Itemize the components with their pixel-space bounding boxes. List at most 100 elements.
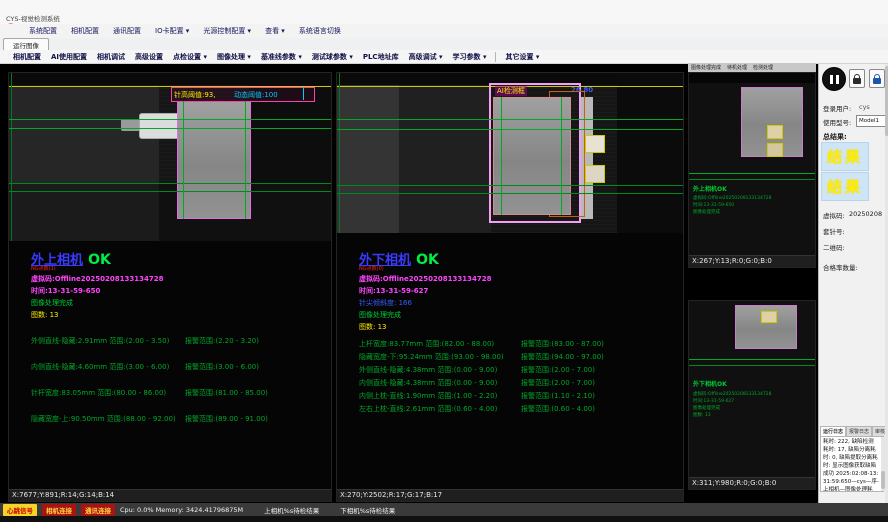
image-texture (617, 73, 683, 233)
tool-advanced-debug[interactable]: 高级调试 ▾ (404, 52, 448, 62)
measure-line-green (561, 97, 562, 215)
alarm-range: 报警范围:(2.20 - 3.20) (185, 336, 259, 346)
lower-camera-view[interactable]: AI检测框 26.80 (337, 73, 683, 233)
needle-holder-label: 套针号: (823, 226, 845, 236)
tool-ai-config[interactable]: AI使用配置 (46, 52, 92, 62)
menu-io-config[interactable]: IO卡配置 ▾ (148, 26, 196, 36)
part-under-test (493, 97, 571, 215)
tab-run-log[interactable]: 运行日志 (820, 426, 846, 436)
alarm-range: 报警范围:(2.00 - 7.00) (521, 365, 595, 375)
part-connector-tail (121, 119, 141, 131)
unlock-button[interactable] (869, 69, 885, 88)
thumb-info-line: 时间:13-31-59-650 (693, 202, 734, 208)
heartbeat-indicator: 心跳信号 (3, 504, 37, 516)
measure-line-green (689, 179, 815, 180)
tool-other-settings[interactable]: 其它设置 ▾ (500, 52, 544, 62)
thumb-info-line: 图像处理完成 (693, 209, 720, 215)
upper-camera-panel: 针高阈值:93, 动态阈值:100 外上相机 OK NG点数(1) 虚拟码:Of… (8, 72, 332, 502)
thumb-panel-upper: 外上相机OK 虚拟码:Offline20250208133134728 时间:1… (688, 72, 816, 268)
bright-feature (767, 143, 783, 157)
measure-line-green (337, 185, 683, 186)
alarm-range: 报警范围:(94.00 - 97.00) (521, 352, 604, 362)
toolbar-separator (495, 52, 496, 62)
ai-detect-label: AI检测框 (495, 86, 527, 96)
tool-testball-params[interactable]: 测试球参数 ▾ (307, 52, 358, 62)
window-title: CYS-视觉检测系统 (6, 13, 60, 23)
tool-image-processing[interactable]: 图像处理 ▾ (212, 52, 256, 62)
tool-advanced-settings[interactable]: 高级设置 (130, 52, 168, 62)
thumb-column-header: 图像处理完成 待机处理 检测处理 (688, 63, 816, 72)
menu-light-config[interactable]: 光源控制配置 ▾ (196, 26, 258, 36)
title-bar: CYS-视觉检测系统 (0, 0, 888, 25)
measurement-row: 内侧直线-隐藏:4.60mm 范围:(3.00 - 6.00) (31, 362, 169, 372)
thumb-header-standby: 待机处理 (727, 64, 747, 71)
measure-line-green (689, 365, 815, 366)
measurement-row: 针杆宽度:83.05mm 范围:(80.00 - 86.00) (31, 388, 166, 398)
thumb-result-line: 外下相机OK (693, 379, 727, 388)
model-select[interactable]: Model1 (856, 115, 888, 127)
pixel-coordinate-bar: X:311;Y:980;R:0;G:0;B:0 (689, 477, 815, 489)
measure-line-green (337, 193, 683, 194)
tool-camera-config[interactable]: 相机配置 (8, 52, 46, 62)
tool-plc-address[interactable]: PLC地址库 (358, 52, 404, 62)
menu-camera-config[interactable]: 相机配置 (64, 26, 106, 36)
virtual-code-value: 20250208 (849, 210, 882, 218)
reference-line-green (339, 73, 340, 233)
pause-icon (830, 75, 833, 84)
menu-comm-config[interactable]: 通讯配置 (106, 26, 148, 36)
measurement-row: 左右上枕-直线:2.61mm 范围:(0.60 - 4.00) (359, 404, 497, 414)
thumb-info-line: 图数: 13 (693, 412, 711, 418)
thumb-header-detect: 检测处理 (753, 64, 773, 71)
result-ok-label: OK (88, 252, 111, 268)
upper-camera-view[interactable]: 针高阈值:93, 动态阈值:100 (9, 73, 331, 241)
image-texture (399, 85, 491, 233)
thumb-upper-view[interactable]: 外上相机OK 虚拟码:Offline20250208133134728 时间:1… (689, 73, 815, 256)
ng-count-label: NG点数(1) (31, 265, 56, 272)
tab-alarm-log[interactable]: 报警日志 (846, 426, 872, 436)
measure-line-green (245, 101, 246, 219)
login-user-value: cys (859, 103, 870, 111)
tool-baseline-params[interactable]: 基准线参数 ▾ (256, 52, 307, 62)
alarm-range: 报警范围:(89.00 - 91.00) (185, 414, 268, 424)
thumb-lower-view[interactable]: 外下相机OK 虚拟码:Offline20250208133134728 时间:1… (689, 301, 815, 478)
measure-line-green (9, 183, 331, 184)
image-texture (689, 73, 815, 83)
total-result-label: 总结果: (823, 132, 847, 142)
pixel-coordinate-bar: X:270;Y:2502;R:17;G:17;B:17 (337, 489, 683, 501)
measurement-row: 隐藏宽度-上:90.50mm 范围:(88.00 - 92.00) (31, 414, 176, 424)
menu-language-switch[interactable]: 系统语言切换 (292, 26, 348, 36)
menu-system-config[interactable]: 系统配置 (22, 26, 64, 36)
pause-button[interactable] (822, 67, 846, 91)
measure-line-green (9, 119, 331, 120)
measurement-row: 外侧直线-隐藏:2.91mm 范围:(2.00 - 3.50) (31, 336, 169, 346)
result-box-upper: 结果 (821, 142, 869, 171)
measure-line-green (337, 129, 683, 130)
threshold-overlay-box: 针高阈值:93, 动态阈值:100 (171, 87, 315, 102)
tool-spotcheck-settings[interactable]: 点检设置 ▾ (168, 52, 212, 62)
alarm-range: 报警范围:(81.00 - 85.00) (185, 388, 268, 398)
lock-button[interactable] (849, 69, 865, 88)
part-connector (139, 113, 181, 139)
menu-view[interactable]: 查看 ▾ (258, 26, 292, 36)
result-box-lower: 结果 (821, 172, 869, 201)
frame-count-label: 图数: 13 (31, 310, 59, 320)
measurement-row: 内侧上枕-直线:1.90mm 范围:(1.00 - 2.20) (359, 391, 497, 401)
reference-line-green (11, 73, 12, 241)
tool-learning-params[interactable]: 学习参数 ▾ (448, 52, 492, 62)
tool-camera-debug[interactable]: 相机调试 (92, 52, 130, 62)
thumb-info-line: 时间:13-31-59-627 (693, 398, 734, 404)
bright-feature (761, 311, 777, 323)
process-status-label: 图像处理完成 (31, 298, 73, 308)
lock-icon (853, 78, 861, 84)
frame-count-label: 图数: 13 (359, 322, 387, 332)
measure-line-green (689, 359, 815, 360)
qrcode-label: 二维码: (823, 242, 845, 252)
measure-line-green (337, 119, 683, 120)
pixel-coordinate-bar: X:7677;Y:891;R:14;G:14;B:14 (9, 489, 331, 501)
measurement-row: 上杆宽度:83.77mm 范围:(82.00 - 88.00) (359, 339, 494, 349)
barcode-label: 虚拟码:Offline20250208133134728 (31, 274, 164, 284)
log-text[interactable]: 耗时: 222, 缺陷检测耗时: 17, 缺陷分离耗时: 0, 缺陷提取分离耗时… (820, 436, 884, 492)
bottom-strip (0, 516, 888, 522)
log-tab-strip: 运行日志 报警日志 审核日志 (820, 426, 888, 436)
toolbar: 相机配置 AI使用配置 相机调试 高级设置 点检设置 ▾ 图像处理 ▾ 基准线参… (0, 50, 888, 64)
